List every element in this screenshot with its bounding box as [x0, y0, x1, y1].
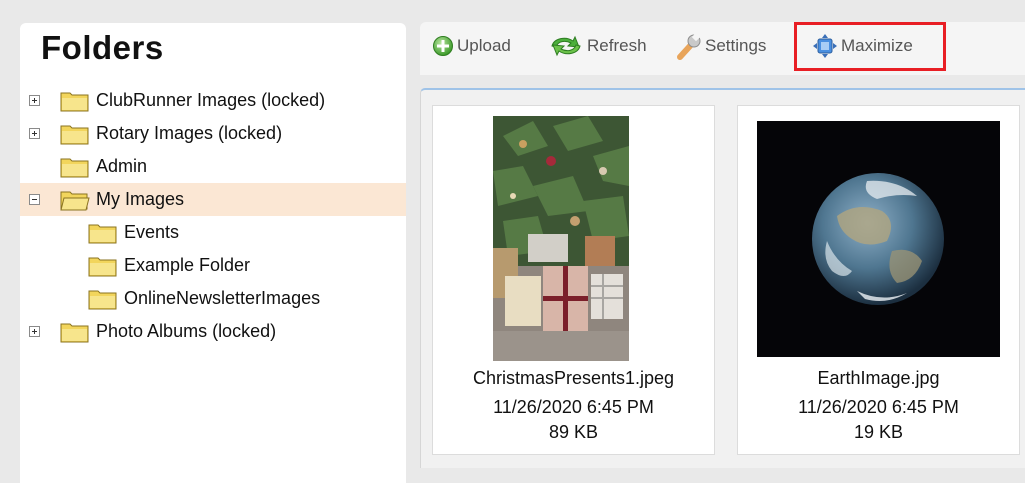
maximize-highlight-box — [794, 22, 946, 71]
folder-tree: ClubRunner Images (locked) Rotary Images … — [20, 84, 406, 348]
folder-label: My Images — [96, 189, 185, 209]
folder-label: Example Folder — [124, 255, 251, 275]
refresh-icon — [551, 35, 581, 57]
folder-tree-item[interactable]: Photo Albums (locked) — [20, 315, 406, 348]
image-date: 11/26/2020 6:45 PM — [493, 397, 654, 417]
folder-icon — [60, 323, 89, 343]
folders-panel: Folders ClubRunner Images (locked) Rotary… — [20, 23, 406, 483]
folder-tree-item[interactable]: ClubRunner Images (locked) — [20, 84, 406, 117]
folder-label: Admin — [96, 156, 148, 176]
image-date: 11/26/2020 6:45 PM — [798, 397, 959, 417]
upload-icon — [433, 36, 453, 56]
folder-tree-item[interactable]: Rotary Images (locked) — [20, 117, 406, 150]
upload-label: Upload — [457, 36, 511, 55]
folder-label: Rotary Images (locked) — [96, 123, 283, 143]
settings-button[interactable]: Settings — [676, 32, 766, 60]
folder-tree-item[interactable]: Events — [20, 216, 406, 249]
image-filename: EarthImage.jpg — [817, 368, 940, 388]
folder-icon — [60, 125, 89, 145]
folders-title: Folders — [41, 29, 164, 66]
folder-tree-item[interactable]: OnlineNewsletterImages — [20, 282, 406, 315]
folder-label: Photo Albums (locked) — [96, 321, 277, 341]
folder-icon — [88, 290, 117, 310]
folder-icon — [60, 158, 89, 178]
christmas-presents-thumbnail[interactable] — [493, 116, 629, 361]
folder-label: ClubRunner Images (locked) — [96, 90, 326, 110]
image-card[interactable]: ChristmasPresents1.jpeg 11/26/2020 6:45 … — [432, 105, 715, 455]
image-grid: ChristmasPresents1.jpeg 11/26/2020 6:45 … — [420, 88, 1025, 468]
earth-thumbnail[interactable] — [757, 121, 1000, 357]
refresh-button[interactable]: Refresh — [548, 32, 647, 60]
upload-button[interactable]: Upload — [432, 32, 511, 60]
expand-icon[interactable] — [29, 95, 40, 106]
open-folder-icon — [60, 191, 90, 211]
folder-icon — [60, 92, 89, 112]
folder-label: OnlineNewsletterImages — [124, 288, 321, 308]
image-filename: ChristmasPresents1.jpeg — [472, 368, 675, 388]
image-size: 19 KB — [853, 422, 904, 442]
image-card[interactable]: EarthImage.jpg 11/26/2020 6:45 PM 19 KB — [737, 105, 1020, 455]
folder-tree-item[interactable]: Example Folder — [20, 249, 406, 282]
expand-icon[interactable] — [29, 128, 40, 139]
folder-tree-item[interactable]: Admin — [20, 150, 406, 183]
settings-label: Settings — [705, 36, 767, 55]
folder-icon — [88, 257, 117, 277]
folder-label: Events — [124, 222, 180, 242]
refresh-label: Refresh — [587, 36, 647, 55]
folder-tree-item[interactable]: My Images — [20, 183, 406, 216]
collapse-icon[interactable] — [29, 194, 40, 205]
folder-icon — [88, 224, 117, 244]
wrench-icon — [677, 32, 701, 60]
expand-icon[interactable] — [29, 326, 40, 337]
image-size: 89 KB — [548, 422, 599, 442]
